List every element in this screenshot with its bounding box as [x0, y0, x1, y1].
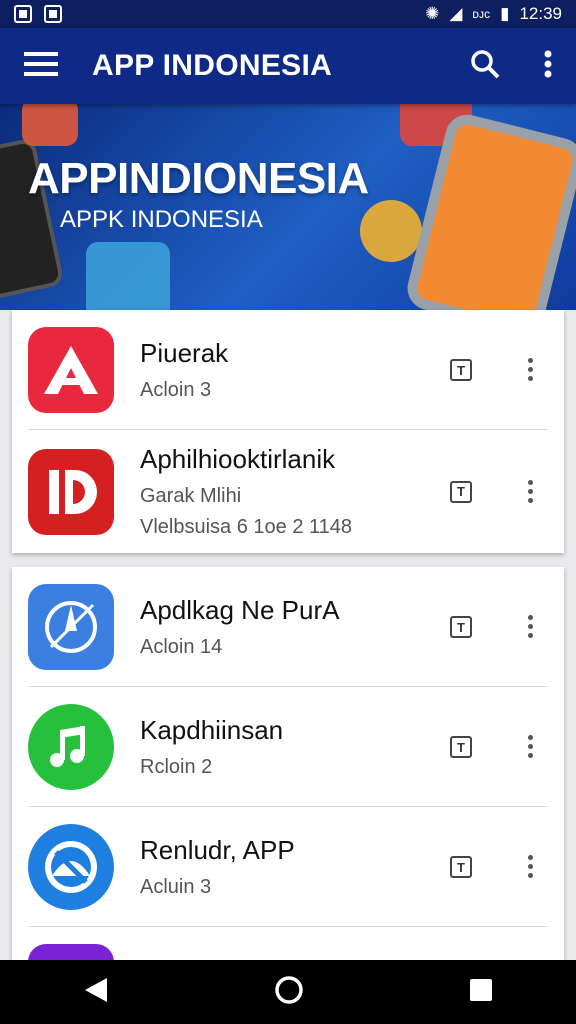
- more-options-icon[interactable]: [528, 735, 534, 759]
- banner[interactable]: APPINDIONESIA APPK INDONESIA: [0, 104, 576, 310]
- menu-icon[interactable]: [24, 51, 58, 82]
- settings-icon: ✺: [425, 4, 440, 23]
- letter-d-icon: [28, 448, 114, 535]
- app-name: Renludr, APP: [140, 835, 295, 865]
- app-name: Kapdhiinsan: [140, 715, 284, 745]
- app-name: Aphilhiooktirlanik: [140, 444, 336, 474]
- back-icon[interactable]: [83, 976, 109, 1009]
- list-item[interactable]: Piuerak Acloin 3 T: [12, 310, 564, 430]
- app-subtitle: Acluin 3: [140, 876, 212, 898]
- app-illustration-icon: [86, 242, 170, 310]
- status-bar: ✺ ◢ ᴅᴊᴄ ▮ 12:39: [0, 0, 576, 28]
- list-item[interactable]: Aphilhiooktirlanik Garak Mlihi Vlelbsuis…: [12, 430, 564, 553]
- system-nav-bar: [0, 960, 576, 1024]
- app-name: Apdlkag Ne PurA: [140, 595, 340, 625]
- battery-icon: ▮: [500, 4, 510, 23]
- app-illustration-icon: [360, 200, 422, 262]
- download-icon[interactable]: T: [450, 359, 472, 381]
- recents-icon[interactable]: [469, 978, 493, 1007]
- letter-a-icon: [28, 327, 114, 413]
- list-item[interactable]: Apdlkag Ne PurA Acloin 14 T: [12, 567, 564, 687]
- compass-icon: [28, 584, 114, 670]
- app-list-card: Piuerak Acloin 3 T Aphilhiooktirlanik Ga…: [12, 310, 564, 553]
- download-icon[interactable]: T: [450, 856, 472, 878]
- clock: 12:39: [519, 4, 562, 23]
- more-options-icon[interactable]: [528, 358, 534, 382]
- app-name: Piuerak: [140, 338, 229, 368]
- search-icon[interactable]: [470, 49, 500, 84]
- wifi-icon: ◢: [449, 4, 463, 23]
- download-icon[interactable]: T: [450, 480, 472, 503]
- more-options-icon[interactable]: [528, 479, 534, 504]
- list-item[interactable]: Renludr, APP Acluin 3 T: [12, 807, 564, 927]
- app-subtitle: Rcloin 2: [140, 756, 213, 778]
- notification-icon: [44, 5, 62, 23]
- app-details: Vlelbsuisa 6 1oe 2 1148: [140, 516, 353, 538]
- notification-icon: [14, 5, 32, 23]
- list-item[interactable]: Kapdhiinsan Rcloin 2 T: [12, 687, 564, 807]
- globe-icon: [28, 824, 114, 910]
- battery-label: ᴅᴊᴄ: [472, 7, 491, 21]
- home-icon[interactable]: [274, 975, 304, 1010]
- download-icon[interactable]: T: [450, 736, 472, 758]
- download-icon[interactable]: T: [450, 616, 472, 638]
- more-options-icon[interactable]: [528, 615, 534, 639]
- banner-subtitle: APPK INDONESIA: [60, 206, 263, 233]
- more-options-icon[interactable]: [528, 855, 534, 879]
- app-subtitle: Garak Mlihi: [140, 485, 242, 507]
- banner-title: APPINDIONESIA: [28, 154, 369, 203]
- app-subtitle: Acloin 14: [140, 636, 223, 658]
- overflow-menu-icon[interactable]: [544, 50, 552, 83]
- app-title: APP INDONESIA: [92, 49, 333, 82]
- music-note-icon: [28, 704, 114, 790]
- app-list-card: Apdlkag Ne PurA Acloin 14 T Kapdhiinsan …: [12, 567, 564, 967]
- app-bar: APP INDONESIA: [0, 28, 576, 104]
- app-illustration-icon: [22, 104, 78, 146]
- app-subtitle: Acloin 3: [140, 379, 212, 401]
